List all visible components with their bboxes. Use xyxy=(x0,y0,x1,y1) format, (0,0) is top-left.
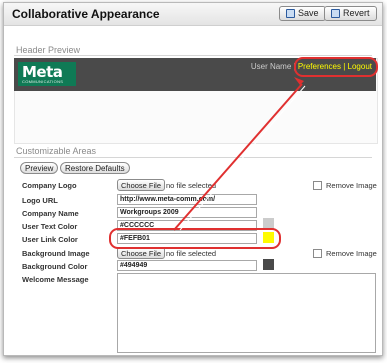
annotation-arrow xyxy=(173,77,306,231)
arrow-line xyxy=(179,85,306,231)
arrow-line xyxy=(173,83,303,231)
arrow-head xyxy=(294,77,304,85)
appearance-window: Collaborative Appearance Save Revert Hea… xyxy=(3,2,383,356)
